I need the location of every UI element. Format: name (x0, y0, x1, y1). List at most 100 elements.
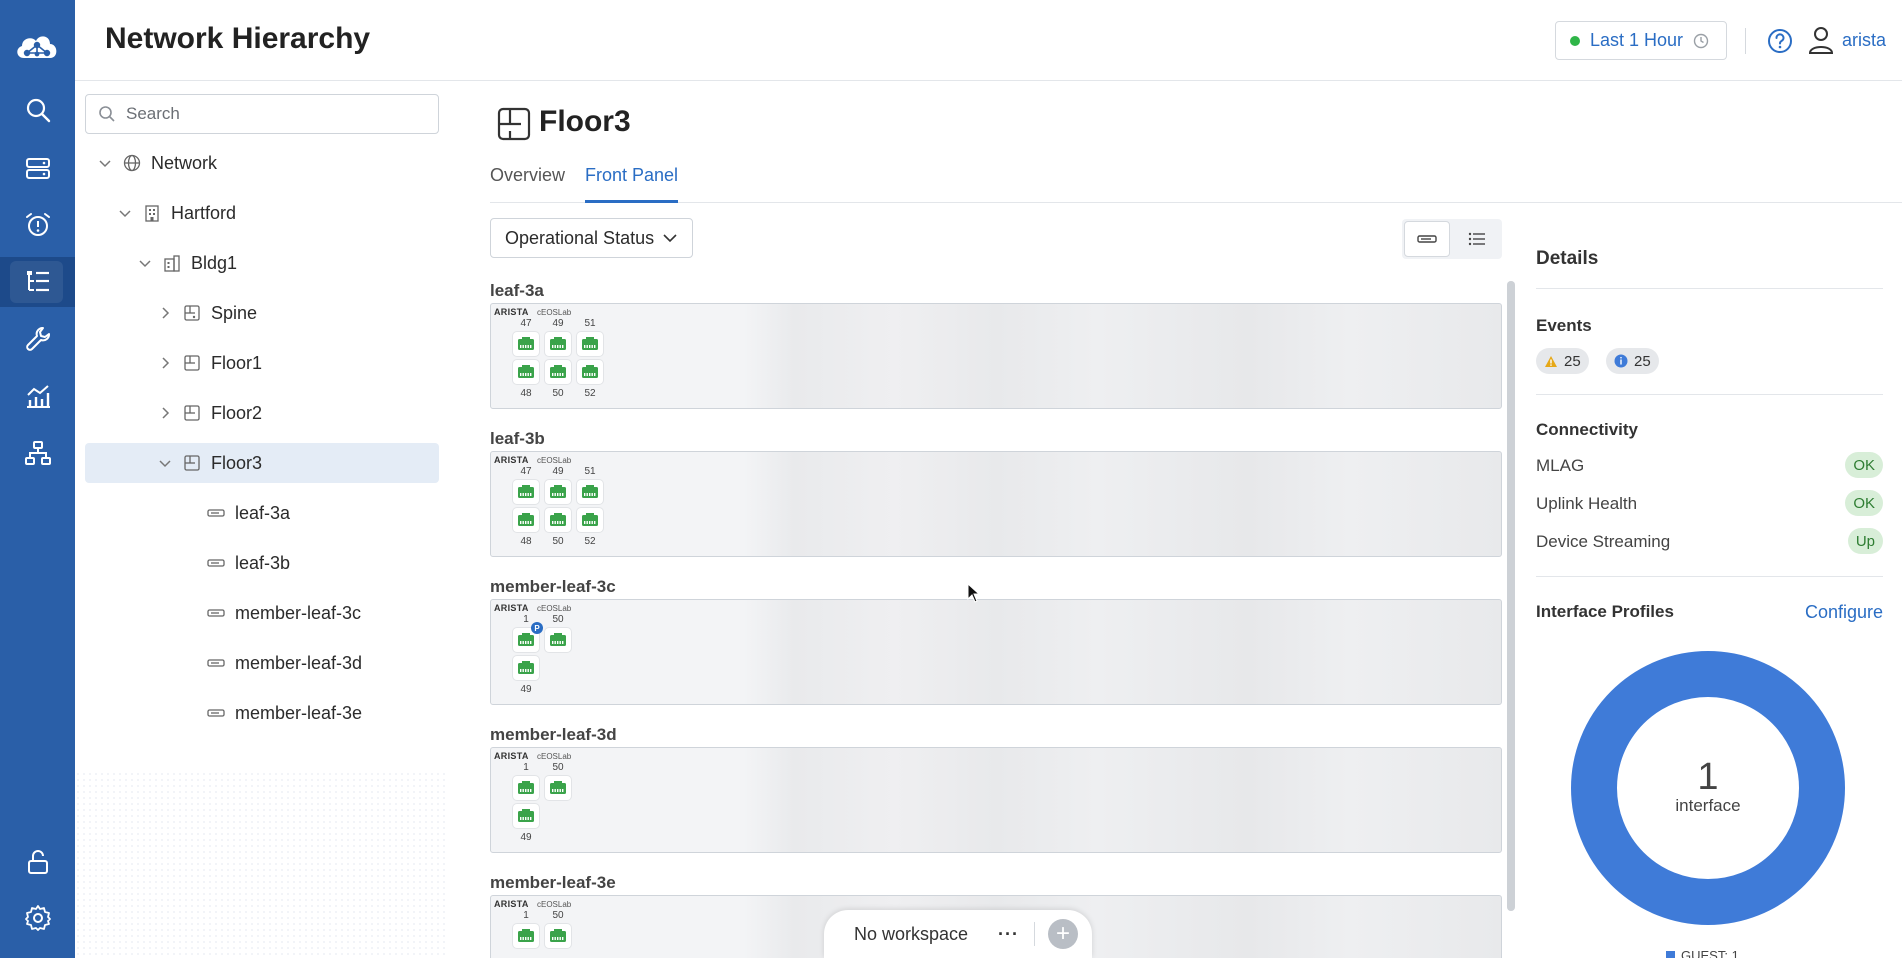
dashboard-icon (26, 385, 50, 408)
list-view-button[interactable] (1452, 219, 1502, 259)
hierarchy-icon (26, 271, 49, 292)
ethernet-port-icon[interactable] (545, 508, 571, 532)
chevron-right-icon[interactable] (157, 405, 173, 421)
chevron-down-icon[interactable] (137, 255, 153, 271)
chevron-down-icon[interactable] (157, 455, 173, 471)
configure-link[interactable]: Configure (1805, 602, 1883, 623)
ethernet-port-icon[interactable] (513, 804, 539, 828)
nav-events[interactable] (0, 200, 75, 250)
ethernet-port-icon[interactable] (513, 508, 539, 532)
ethernet-port-icon[interactable] (513, 776, 539, 800)
nav-lock[interactable] (0, 837, 75, 887)
tab-overview[interactable]: Overview (490, 165, 565, 203)
tree-node-bldg1[interactable]: Bldg1 (137, 243, 237, 283)
port-number: 50 (552, 536, 564, 547)
brand-logo: ARISTA (494, 603, 529, 613)
device-name[interactable]: member-leaf-3e (490, 873, 616, 893)
container-title: Floor3 (539, 105, 631, 138)
nav-settings[interactable] (0, 893, 75, 943)
time-range-button[interactable]: Last 1 Hour (1555, 21, 1727, 60)
chevron-right-icon[interactable] (157, 305, 173, 321)
ethernet-port-icon[interactable] (545, 628, 571, 652)
device-member-leaf-3c[interactable]: member-leaf-3c ARISTA cEOSLab 1 P 50 49 (490, 577, 1502, 707)
ethernet-port-icon[interactable] (577, 480, 603, 504)
device-member-leaf-3d[interactable]: member-leaf-3d ARISTA cEOSLab 1 50 49 (490, 725, 1502, 855)
port-number: 49 (552, 318, 564, 329)
switch-icon (207, 659, 225, 667)
divider (1536, 394, 1883, 395)
nav-search[interactable] (0, 85, 75, 135)
cloudvision-logo-icon[interactable] (12, 26, 62, 66)
tree-node-floor1[interactable]: Floor1 (157, 343, 262, 383)
more-options-icon[interactable]: ··· (998, 924, 1019, 945)
ethernet-port-icon[interactable] (545, 480, 571, 504)
nav-topology[interactable] (0, 428, 75, 478)
tree-node-label: Floor1 (211, 352, 263, 373)
user-menu[interactable]: arista (1808, 26, 1886, 54)
device-name[interactable]: leaf-3b (490, 429, 545, 449)
device-name[interactable]: member-leaf-3c (490, 577, 616, 597)
tree-node-floor2[interactable]: Floor2 (157, 393, 262, 433)
streaming-status-badge: Up (1847, 528, 1883, 554)
nav-network-hierarchy[interactable] (0, 257, 75, 307)
device-name[interactable]: member-leaf-3d (490, 725, 617, 745)
front-panel-scrollbar[interactable] (1507, 281, 1515, 911)
nav-provisioning[interactable] (0, 314, 75, 364)
scrollbar-thumb[interactable] (1507, 281, 1515, 911)
ethernet-port-icon[interactable] (513, 480, 539, 504)
floor-plan-icon (184, 405, 200, 421)
ethernet-port-icon[interactable] (545, 924, 571, 948)
port-number: 47 (520, 466, 532, 477)
port-channel-badge: P (531, 622, 543, 634)
ethernet-port-icon[interactable] (513, 656, 539, 680)
interface-profiles-title: Interface Profiles (1536, 602, 1674, 621)
tree-node-spine[interactable]: Spine (157, 293, 257, 333)
floor-plan-icon (184, 355, 200, 371)
port-number: 47 (520, 318, 532, 329)
tab-front-panel[interactable]: Front Panel (585, 165, 679, 203)
ethernet-port-icon[interactable] (577, 508, 603, 532)
device-name[interactable]: leaf-3a (490, 281, 544, 301)
tree-search-input[interactable] (126, 104, 426, 124)
alarm-icon (25, 213, 50, 236)
tree-node-member-leaf-3e[interactable]: member-leaf-3e (207, 693, 362, 733)
uplink-label: Uplink Health (1536, 494, 1638, 513)
ethernet-port-icon[interactable] (513, 924, 539, 948)
chevron-right-icon[interactable] (157, 355, 173, 371)
info-events-badge[interactable]: 25 (1606, 348, 1659, 374)
tree-node-label: Floor3 (211, 452, 263, 473)
nav-dashboards[interactable] (0, 371, 75, 421)
ethernet-port-icon[interactable] (577, 332, 603, 356)
status-filter-dropdown[interactable]: Operational Status (490, 218, 693, 258)
port-number: 1 (523, 762, 529, 773)
nav-devices[interactable] (0, 143, 75, 193)
panel-view-button[interactable] (1404, 221, 1450, 257)
device-leaf-3b[interactable]: leaf-3b ARISTA cEOSLab 47 49 51 48 50 52 (490, 429, 1502, 559)
donut-legend[interactable]: GUEST: 1 (1666, 948, 1739, 958)
device-leaf-3a[interactable]: leaf-3a ARISTA cEOSLab 47 49 51 48 50 52 (490, 281, 1502, 411)
ethernet-port-icon[interactable] (513, 332, 539, 356)
tree-node-member-leaf-3d[interactable]: member-leaf-3d (207, 643, 362, 683)
connectivity-title: Connectivity (1536, 420, 1639, 439)
warning-count: 25 (1564, 352, 1581, 370)
tree-node-network[interactable]: Network (97, 143, 217, 183)
tree-node-member-leaf-3c[interactable]: member-leaf-3c (207, 593, 361, 633)
switch-icon (207, 509, 225, 517)
tree-node-leaf-3b[interactable]: leaf-3b (207, 543, 290, 583)
ethernet-port-icon[interactable] (545, 360, 571, 384)
tree-search[interactable] (85, 94, 439, 134)
add-workspace-button[interactable]: + (1048, 919, 1078, 949)
workspace-label[interactable]: No workspace (854, 924, 968, 945)
ethernet-port-icon[interactable] (545, 332, 571, 356)
chevron-down-icon[interactable] (117, 205, 133, 221)
tree-node-leaf-3a[interactable]: leaf-3a (207, 493, 290, 533)
warning-events-badge[interactable]: 25 (1536, 348, 1589, 374)
ethernet-port-icon[interactable] (577, 360, 603, 384)
ethernet-port-icon[interactable] (513, 360, 539, 384)
user-icon (1808, 27, 1834, 54)
ethernet-port-icon[interactable] (545, 776, 571, 800)
tree-node-hartford[interactable]: Hartford (117, 193, 236, 233)
tree-node-floor3[interactable]: Floor3 (85, 443, 439, 483)
chevron-down-icon[interactable] (97, 155, 113, 171)
help-icon[interactable] (1767, 28, 1793, 54)
